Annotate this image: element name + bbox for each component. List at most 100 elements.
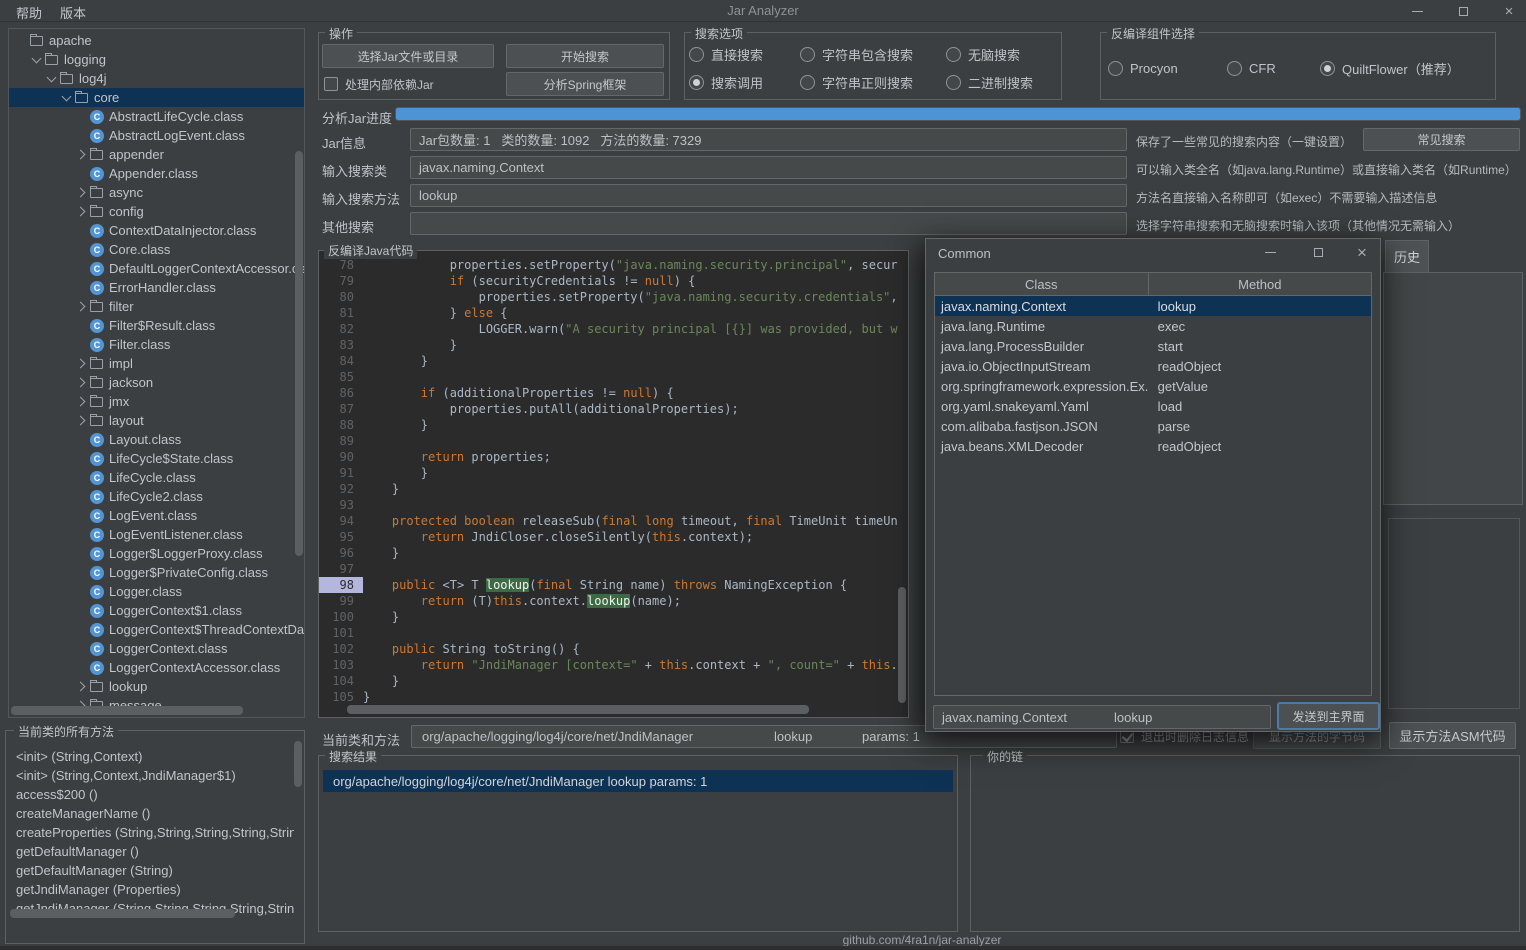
- radio-icon[interactable]: [689, 46, 704, 62]
- dialog-table-row[interactable]: java.io.ObjectInputStream readObject: [935, 356, 1371, 376]
- chevron-right-icon[interactable]: [75, 414, 88, 427]
- chevron-right-icon[interactable]: [75, 300, 88, 313]
- search-option-radio[interactable]: 无脑搜索: [946, 46, 1020, 63]
- tree-item[interactable]: C LoggerContext$ThreadContextDa: [9, 620, 304, 639]
- tree-item[interactable]: C AbstractLifeCycle.class: [9, 107, 304, 126]
- chevron-right-icon[interactable]: [75, 186, 88, 199]
- radio-icon[interactable]: [1320, 60, 1335, 76]
- method-list-item[interactable]: getJndiManager (Properties): [8, 880, 294, 899]
- tree-item[interactable]: C AbstractLogEvent.class: [9, 126, 304, 145]
- other-search-input[interactable]: [410, 212, 1127, 235]
- tree-vertical-scrollbar[interactable]: [295, 151, 303, 556]
- tree-item[interactable]: C ContextDataInjector.class: [9, 221, 304, 240]
- tree-item[interactable]: C Logger$PrivateConfig.class: [9, 563, 304, 582]
- search-result-item[interactable]: org/apache/logging/log4j/core/net/JndiMa…: [323, 770, 953, 792]
- dialog-minimize-button[interactable]: [1256, 239, 1284, 265]
- tab-history[interactable]: 历史: [1385, 240, 1429, 272]
- chevron-right-icon[interactable]: [75, 205, 88, 218]
- tree-item[interactable]: C Logger.class: [9, 582, 304, 601]
- chevron-right-icon[interactable]: [75, 357, 88, 370]
- dialog-table-row[interactable]: javax.naming.Context lookup: [935, 296, 1371, 316]
- tree-item[interactable]: C LogEventListener.class: [9, 525, 304, 544]
- dialog-table-row[interactable]: java.lang.Runtime exec: [935, 316, 1371, 336]
- tree-item[interactable]: jmx: [9, 392, 304, 411]
- tree-item[interactable]: impl: [9, 354, 304, 373]
- chevron-right-icon[interactable]: [75, 395, 88, 408]
- chevron-down-icon[interactable]: [30, 53, 43, 66]
- method-list-item[interactable]: getDefaultManager (): [8, 842, 294, 861]
- dialog-table-row[interactable]: com.alibaba.fastjson.JSON parse: [935, 416, 1371, 436]
- chevron-right-icon[interactable]: [75, 376, 88, 389]
- tree-item[interactable]: C Appender.class: [9, 164, 304, 183]
- decompiled-code-editor[interactable]: 78 properties.setProperty("java.naming.s…: [318, 250, 909, 718]
- search-method-input[interactable]: lookup: [410, 184, 1127, 207]
- tree-item[interactable]: C LogEvent.class: [9, 506, 304, 525]
- maximize-button[interactable]: [1448, 0, 1478, 22]
- tree-item[interactable]: C Layout.class: [9, 430, 304, 449]
- method-list-item[interactable]: <init> (String,Context): [8, 747, 294, 766]
- chevron-right-icon[interactable]: [75, 680, 88, 693]
- radio-icon[interactable]: [1227, 60, 1242, 76]
- tree-item[interactable]: async: [9, 183, 304, 202]
- dialog-table-row[interactable]: java.beans.XMLDecoder readObject: [935, 436, 1371, 456]
- decompiler-radio[interactable]: Procyon: [1108, 60, 1178, 76]
- select-jar-button[interactable]: 选择Jar文件或目录: [322, 44, 494, 68]
- analyze-spring-button[interactable]: 分析Spring框架: [506, 72, 664, 96]
- search-option-radio[interactable]: 字符串包含搜索: [800, 46, 913, 63]
- inner-jar-checkbox[interactable]: 处理内部依赖Jar: [324, 76, 434, 92]
- tree-item[interactable]: config: [9, 202, 304, 221]
- tree-item[interactable]: log4j: [9, 69, 304, 88]
- chevron-down-icon[interactable]: [60, 91, 73, 104]
- radio-icon[interactable]: [946, 74, 961, 90]
- tree-item[interactable]: C Filter$Result.class: [9, 316, 304, 335]
- chevron-right-icon[interactable]: [75, 148, 88, 161]
- methods-vertical-scrollbar[interactable]: [294, 741, 302, 787]
- tree-item[interactable]: C ErrorHandler.class: [9, 278, 304, 297]
- search-option-radio[interactable]: 字符串正则搜索: [800, 74, 913, 91]
- decompiler-radio[interactable]: CFR: [1227, 60, 1276, 76]
- tree-item[interactable]: C LifeCycle.class: [9, 468, 304, 487]
- show-asm-button[interactable]: 显示方法ASM代码: [1389, 722, 1516, 749]
- radio-icon[interactable]: [800, 46, 815, 62]
- editor-vertical-scrollbar[interactable]: [898, 587, 906, 703]
- common-search-button[interactable]: 常见搜索: [1363, 128, 1520, 151]
- tree-item[interactable]: filter: [9, 297, 304, 316]
- tree-item[interactable]: jackson: [9, 373, 304, 392]
- radio-icon[interactable]: [800, 74, 815, 90]
- dialog-close-button[interactable]: ×: [1348, 239, 1376, 265]
- dialog-column-class[interactable]: Class: [935, 273, 1149, 295]
- method-list-item[interactable]: access$200 (): [8, 785, 294, 804]
- radio-icon[interactable]: [946, 46, 961, 62]
- tree-item[interactable]: lookup: [9, 677, 304, 696]
- methods-horizontal-scrollbar[interactable]: [10, 909, 235, 918]
- tree-item[interactable]: C LoggerContext$1.class: [9, 601, 304, 620]
- method-list-item[interactable]: createManagerName (): [8, 804, 294, 823]
- tree-item[interactable]: C Core.class: [9, 240, 304, 259]
- start-search-button[interactable]: 开始搜索: [506, 44, 664, 68]
- tree-item[interactable]: C LifeCycle$State.class: [9, 449, 304, 468]
- editor-horizontal-scrollbar[interactable]: [347, 705, 809, 714]
- tree-item[interactable]: apache: [9, 31, 304, 50]
- tree-item[interactable]: C LoggerContext.class: [9, 639, 304, 658]
- tree-horizontal-scrollbar[interactable]: [11, 706, 243, 715]
- decompiler-radio[interactable]: QuiltFlower（推荐）: [1320, 60, 1460, 77]
- tree-item[interactable]: C Logger$LoggerProxy.class: [9, 544, 304, 563]
- chevron-down-icon[interactable]: [45, 72, 58, 85]
- search-option-radio[interactable]: 二进制搜索: [946, 74, 1033, 91]
- method-list-item[interactable]: createProperties (String,String,String,S…: [8, 823, 294, 842]
- tree-item[interactable]: C DefaultLoggerContextAccessor.class: [9, 259, 304, 278]
- tree-item[interactable]: core: [9, 88, 304, 107]
- radio-icon[interactable]: [1108, 60, 1123, 76]
- minimize-button[interactable]: [1402, 0, 1432, 22]
- dialog-table-row[interactable]: java.lang.ProcessBuilder start: [935, 336, 1371, 356]
- dialog-column-method[interactable]: Method: [1149, 277, 1371, 292]
- radio-icon[interactable]: [689, 74, 704, 90]
- search-option-radio[interactable]: 搜索调用: [689, 74, 763, 91]
- method-list-item[interactable]: getDefaultManager (String): [8, 861, 294, 880]
- close-button[interactable]: ×: [1494, 0, 1524, 22]
- tree-item[interactable]: logging: [9, 50, 304, 69]
- send-to-main-button[interactable]: 发送到主界面: [1277, 702, 1380, 730]
- tree-item[interactable]: C Filter.class: [9, 335, 304, 354]
- tree-item[interactable]: C LifeCycle2.class: [9, 487, 304, 506]
- dialog-maximize-button[interactable]: [1304, 239, 1332, 265]
